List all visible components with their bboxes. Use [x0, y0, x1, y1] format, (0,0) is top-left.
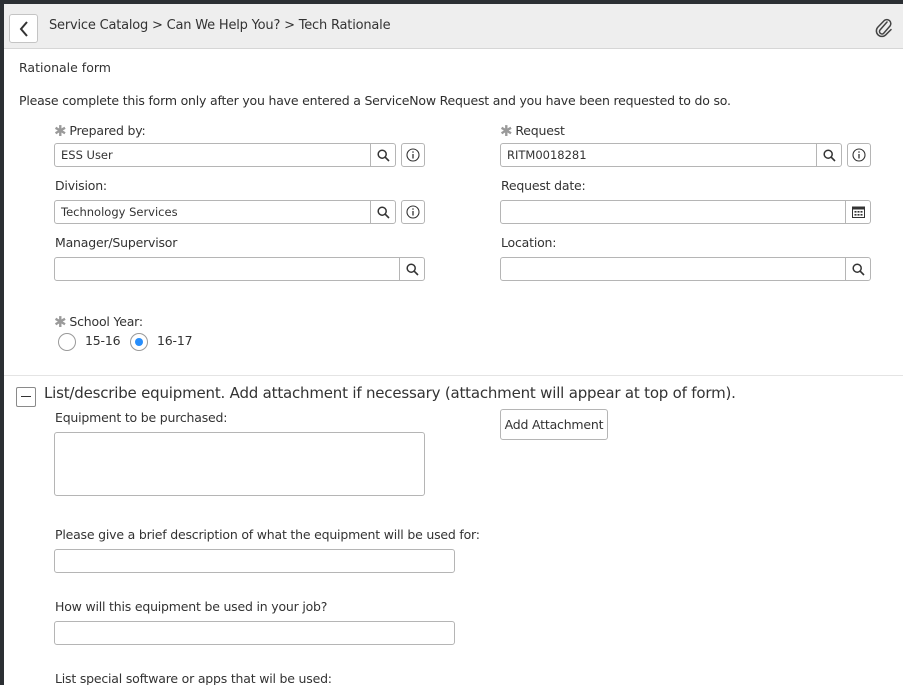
required-icon: ✱: [54, 122, 67, 140]
location-field[interactable]: [500, 257, 871, 281]
section-divider: [4, 375, 903, 376]
paperclip-icon[interactable]: [875, 18, 893, 42]
request-label: ✱ Request: [500, 122, 565, 140]
prepared-by-label: ✱ Prepared by:: [54, 122, 146, 140]
prepared-by-info-button[interactable]: [401, 143, 425, 167]
calendar-icon: [851, 206, 865, 218]
section-title: List/describe equipment. Add attachment …: [44, 384, 736, 402]
info-icon: [406, 205, 420, 219]
location-lookup-button[interactable]: [845, 258, 870, 280]
school-year-label: ✱ School Year:: [54, 313, 143, 331]
radio-16-17-label[interactable]: 16-17: [157, 333, 193, 348]
collapse-section-button[interactable]: [16, 387, 36, 407]
header-bar: Service Catalog > Can We Help You? > Tec…: [4, 4, 903, 49]
prepared-by-lookup-button[interactable]: [370, 144, 395, 166]
info-icon: [852, 148, 866, 162]
form-intro: Please complete this form only after you…: [19, 93, 731, 108]
request-date-field[interactable]: [500, 200, 871, 224]
date-picker-button[interactable]: [845, 201, 870, 223]
search-icon: [376, 148, 390, 162]
search-icon: [376, 205, 390, 219]
breadcrumb: Service Catalog > Can We Help You? > Tec…: [49, 18, 391, 33]
description-label: Please give a brief description of what …: [55, 527, 480, 542]
request-date-label: Request date:: [501, 178, 586, 193]
request-value: RITM0018281: [507, 148, 587, 162]
manager-field[interactable]: [54, 257, 425, 281]
search-icon: [822, 148, 836, 162]
radio-16-17[interactable]: [130, 333, 148, 351]
division-info-button[interactable]: [401, 200, 425, 224]
location-label: Location:: [501, 235, 557, 250]
catalog-form-frame: Service Catalog > Can We Help You? > Tec…: [4, 4, 903, 685]
equipment-label: Equipment to be purchased:: [55, 410, 228, 425]
required-icon: ✱: [500, 122, 513, 140]
manager-lookup-button[interactable]: [399, 258, 424, 280]
prepared-by-value: ESS User: [61, 148, 113, 162]
info-icon: [406, 148, 420, 162]
add-attachment-button[interactable]: Add Attachment: [500, 409, 608, 440]
job-use-label: How will this equipment be used in your …: [55, 599, 328, 614]
search-icon: [405, 262, 419, 276]
manager-label: Manager/Supervisor: [55, 235, 178, 250]
job-use-input[interactable]: [54, 621, 455, 645]
search-icon: [851, 262, 865, 276]
form-title: Rationale form: [19, 60, 111, 75]
description-input[interactable]: [54, 549, 455, 573]
back-button[interactable]: [9, 14, 38, 43]
software-label: List special software or apps that wil b…: [55, 671, 332, 685]
request-info-button[interactable]: [847, 143, 871, 167]
division-label: Division:: [55, 178, 107, 193]
radio-15-16[interactable]: [58, 333, 76, 351]
prepared-by-field[interactable]: ESS User: [54, 143, 396, 167]
division-field[interactable]: Technology Services: [54, 200, 396, 224]
equipment-textarea[interactable]: [54, 432, 425, 496]
division-lookup-button[interactable]: [370, 201, 395, 223]
request-lookup-button[interactable]: [816, 144, 841, 166]
required-icon: ✱: [54, 313, 67, 331]
request-field[interactable]: RITM0018281: [500, 143, 842, 167]
radio-15-16-label[interactable]: 15-16: [85, 333, 121, 348]
division-value: Technology Services: [61, 205, 178, 219]
chevron-left-icon: [19, 20, 28, 37]
